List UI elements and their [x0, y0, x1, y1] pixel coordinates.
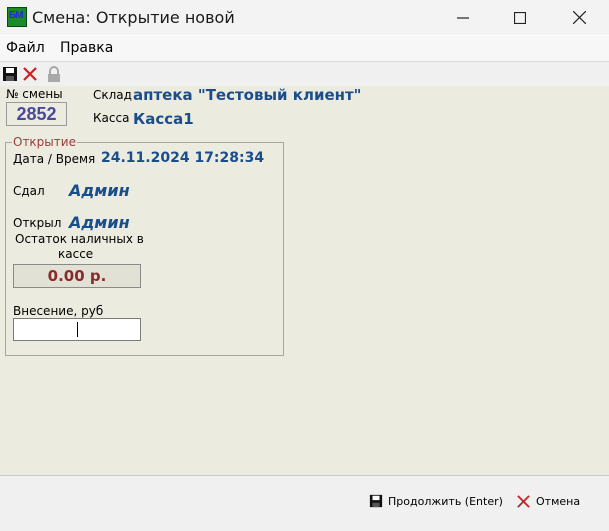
shift-number-value: 2852	[6, 102, 67, 126]
opened-value: Админ	[69, 213, 130, 232]
footer-bar: Продолжить (Enter) Отмена	[0, 475, 609, 531]
app-icon: БМ	[7, 7, 27, 27]
cash-remaining-value: 0.00 р.	[13, 264, 141, 288]
cancel-icon[interactable]	[22, 66, 38, 82]
handed-label: Сдал	[13, 184, 45, 198]
maximize-button[interactable]	[491, 0, 549, 35]
warehouse-label: Склад	[93, 88, 132, 102]
title-bar: БМ Смена: Открытие новой	[0, 0, 609, 35]
maximize-icon	[514, 11, 526, 24]
cash-remaining-label: Остаток наличных в	[15, 232, 144, 246]
menu-file[interactable]: Файл	[6, 40, 45, 56]
deposit-label: Внесение, руб	[13, 304, 104, 318]
app-icon-text: БМ	[9, 10, 23, 21]
deposit-input[interactable]	[13, 318, 141, 341]
warehouse-value: аптека "Тестовый клиент"	[133, 86, 362, 104]
close-button[interactable]	[550, 0, 608, 35]
save-icon	[369, 494, 383, 508]
minimize-icon	[457, 16, 469, 19]
text-caret	[77, 322, 78, 337]
window-title: Смена: Открытие новой	[32, 8, 235, 27]
close-icon	[572, 11, 586, 24]
opened-label: Открыл	[13, 216, 62, 230]
cashdesk-label: Касса	[93, 111, 130, 125]
cancel-icon	[517, 494, 530, 508]
opening-group-legend: Открытие	[12, 135, 77, 149]
minimize-button[interactable]	[434, 0, 492, 35]
continue-button-label: Продолжить (Enter)	[388, 494, 503, 508]
cancel-button-label: Отмена	[536, 494, 581, 508]
save-icon[interactable]	[2, 66, 18, 82]
toolbar	[0, 62, 609, 86]
handed-value: Админ	[69, 181, 130, 200]
cancel-button[interactable]: Отмена	[516, 492, 580, 510]
datetime-label: Дата / Время	[13, 152, 96, 166]
datetime-value: 24.11.2024 17:28:34	[101, 150, 265, 166]
shift-number-label: № смены	[6, 87, 63, 101]
continue-button[interactable]: Продолжить (Enter)	[369, 492, 503, 510]
lock-icon	[48, 66, 60, 82]
menu-bar: Файл Правка	[0, 36, 609, 62]
cashdesk-value: Касса1	[133, 110, 194, 128]
cash-remaining-label-2: кассе	[58, 247, 94, 261]
menu-edit[interactable]: Правка	[60, 40, 113, 56]
